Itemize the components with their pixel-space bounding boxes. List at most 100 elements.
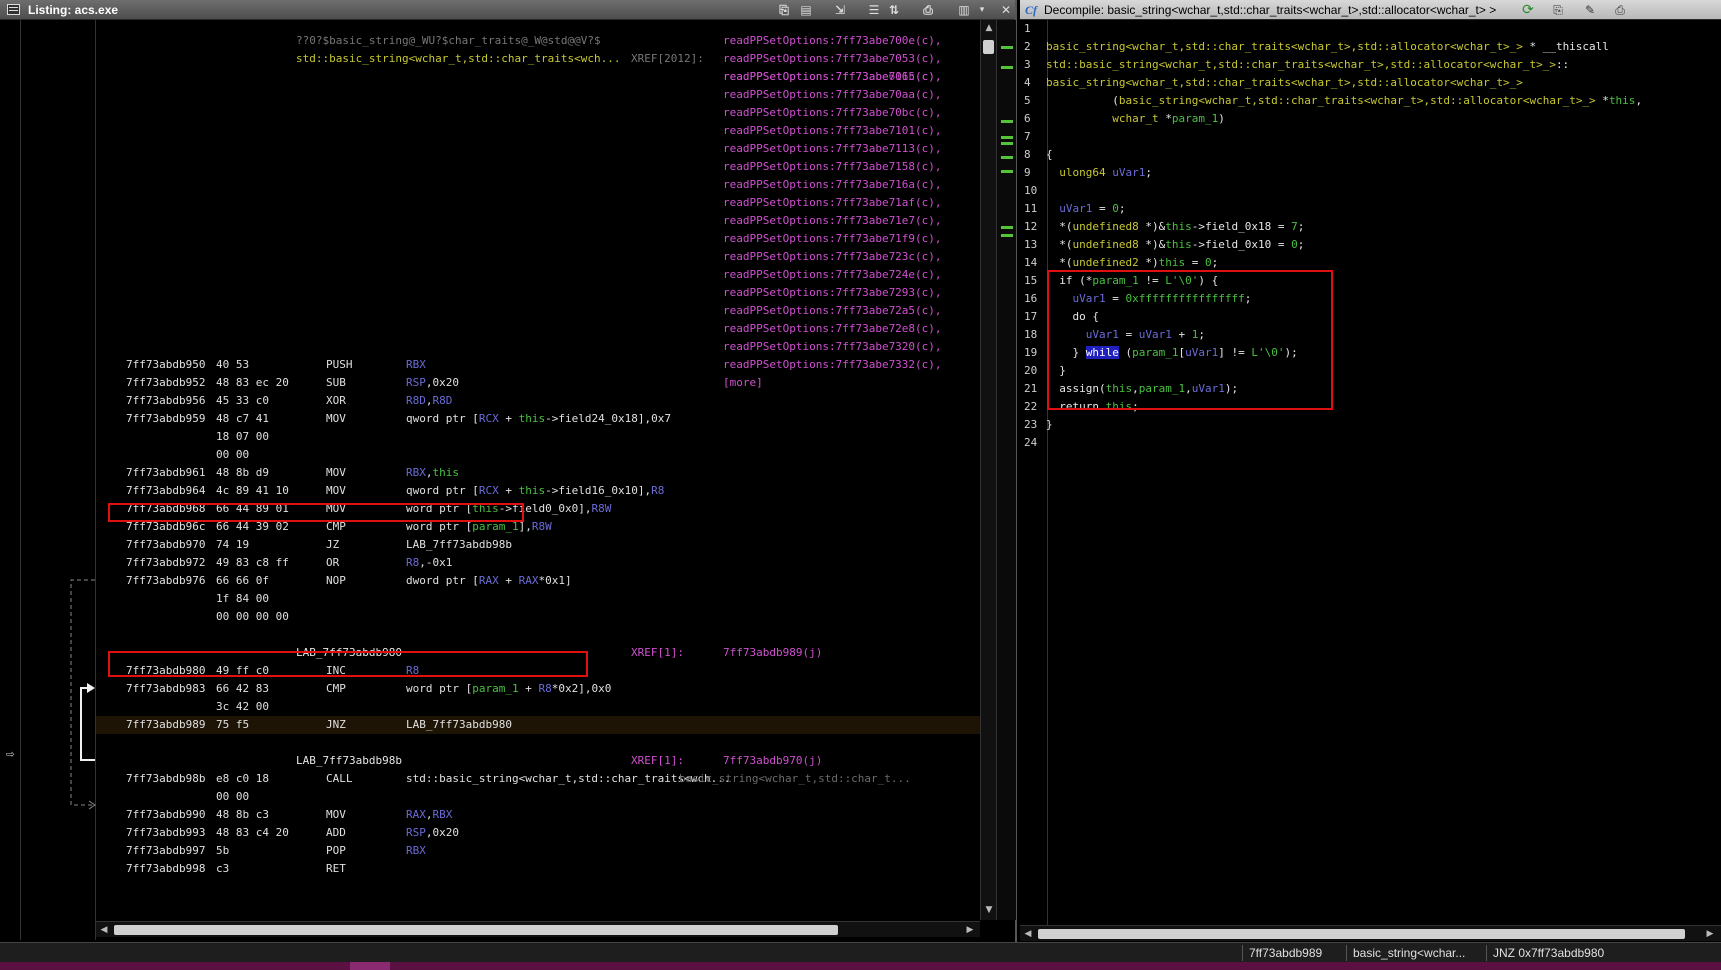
overview-bar[interactable]: [996, 20, 1016, 920]
xref-entry[interactable]: readPPSetOptions:7ff73abe70bc(c),: [723, 104, 942, 122]
listing-view[interactable]: ??0?$basic_string@_WU?$char_traits@_W@st…: [96, 20, 980, 920]
xref-entry[interactable]: 7ff73abdb989(j): [723, 644, 822, 662]
xref-entry[interactable]: readPPSetOptions:7ff73abe700e(c),: [723, 32, 942, 50]
instruction-row[interactable]: 00 00 00 00: [96, 608, 980, 626]
instruction-row[interactable]: 7ff73abdb976 66 66 0f NOP dword ptr [RAX + …: [96, 572, 980, 590]
instruction-address[interactable]: 7ff73abdb993: [126, 824, 205, 842]
edit-icon[interactable]: ✎: [1582, 2, 1598, 18]
xref-entry[interactable]: readPPSetOptions:7ff73abe7113(c),: [723, 140, 942, 158]
instruction-address[interactable]: 7ff73abdb976: [126, 572, 205, 590]
cursor-tool-icon[interactable]: ⇲: [832, 2, 848, 18]
xref-entry[interactable]: readPPSetOptions:7ff73abe723c(c),: [723, 248, 942, 266]
instruction-row[interactable]: 3c 42 00: [96, 698, 980, 716]
instruction-address[interactable]: 7ff73abdb961: [126, 464, 205, 482]
xref-entry[interactable]: readPPSetOptions:7ff73abe7053(c),: [723, 50, 942, 68]
instruction-row[interactable]: 18 07 00: [96, 428, 980, 446]
instruction-operands[interactable]: R8D,R8D: [406, 392, 452, 410]
instruction-operands[interactable]: RBX,this: [406, 464, 459, 482]
snapshot-icon[interactable]: ⎙: [920, 2, 936, 18]
instruction-row[interactable]: 7ff73abdb970 74 19 JZ LAB_7ff73abdb98b: [96, 536, 980, 554]
instruction-row[interactable]: 7ff73abdb950 40 53 PUSH RBX: [96, 356, 980, 374]
xref-entry[interactable]: readPPSetOptions:7ff73abe72e8(c),: [723, 320, 942, 338]
instruction-address[interactable]: 7ff73abdb989: [126, 716, 205, 734]
xref-entry[interactable]: readPPSetOptions:7ff73abe7293(c),: [723, 284, 942, 302]
instruction-operands[interactable]: qword ptr [RCX + this->field16_0x10],R8: [406, 482, 664, 500]
instruction-address[interactable]: 7ff73abdb98b: [126, 770, 205, 788]
instruction-row[interactable]: 7ff73abdb98b e8 c0 18 CALL std::basic_strin…: [96, 770, 980, 788]
instruction-operands[interactable]: RSP,0x20: [406, 374, 459, 392]
xref-entry[interactable]: readPPSetOptions:7ff73abe7101(c),: [723, 122, 942, 140]
instruction-address[interactable]: 7ff73abdb964: [126, 482, 205, 500]
instruction-address[interactable]: 7ff73abdb997: [126, 842, 205, 860]
instruction-address[interactable]: 7ff73abdb998: [126, 860, 205, 878]
instruction-operands[interactable]: LAB_7ff73abdb98b: [406, 536, 512, 554]
instruction-row[interactable]: 7ff73abdb993 48 83 c4 20 ADD RSP,0x20: [96, 824, 980, 842]
scroll-down-icon[interactable]: ▼: [983, 904, 995, 916]
instruction-address[interactable]: 7ff73abdb950: [126, 356, 205, 374]
xref-entry[interactable]: readPPSetOptions:7ff73abe71f9(c),: [723, 230, 942, 248]
instruction-row[interactable]: 1f 84 00: [96, 590, 980, 608]
diff-icon[interactable]: ⇅: [886, 2, 902, 18]
listing-vertical-scrollbar[interactable]: ▲ ▼: [980, 20, 996, 920]
snapshot-icon[interactable]: ⎙: [1612, 2, 1628, 18]
instruction-row[interactable]: 7ff73abdb983 66 42 83 CMP word ptr [param_1…: [96, 680, 980, 698]
function-label[interactable]: std::basic_string<wchar_t,std::char_trai…: [296, 50, 621, 68]
instruction-operands[interactable]: word ptr [param_1 + R8*0x2],0x0: [406, 680, 611, 698]
instruction-row[interactable]: 7ff73abdb961 48 8b d9 MOV RBX,this: [96, 464, 980, 482]
instruction-address[interactable]: 7ff73abdb990: [126, 806, 205, 824]
close-icon[interactable]: ✕: [998, 2, 1014, 18]
options-menu-icon[interactable]: ▥: [956, 2, 972, 18]
listing-horizontal-scrollbar[interactable]: ◀ ▶: [96, 921, 980, 937]
instruction-address[interactable]: 7ff73abdb972: [126, 554, 205, 572]
instruction-address[interactable]: 7ff73abdb983: [126, 680, 205, 698]
instruction-row[interactable]: 7ff73abdb990 48 8b c3 MOV RAX,RBX: [96, 806, 980, 824]
instruction-row[interactable]: 7ff73abdb997 5b POP RBX: [96, 842, 980, 860]
scroll-left-icon[interactable]: ◀: [98, 924, 110, 936]
instruction-operands[interactable]: LAB_7ff73abdb980: [406, 716, 512, 734]
instruction-operands[interactable]: RSP,0x20: [406, 824, 459, 842]
chevron-down-icon[interactable]: ▾: [974, 2, 990, 18]
xref-entry[interactable]: readPPSetOptions:7ff73abe72a5(c),: [723, 302, 942, 320]
instruction-row[interactable]: 00 00: [96, 788, 980, 806]
instruction-row[interactable]: 7ff73abdb972 49 83 c8 ff OR R8,-0x1: [96, 554, 980, 572]
copy-icon[interactable]: ⎘: [776, 2, 792, 18]
scroll-right-icon[interactable]: ▶: [964, 924, 976, 936]
instruction-operands[interactable]: R8,-0x1: [406, 554, 452, 572]
xref-entry[interactable]: readPPSetOptions:7ff73abe724e(c),: [723, 266, 942, 284]
xref-entry[interactable]: readPPSetOptions:7ff73abe7065(c),: [723, 68, 942, 86]
instruction-address[interactable]: 7ff73abdb970: [126, 536, 205, 554]
xref-entry[interactable]: readPPSetOptions:7ff73abe70aa(c),: [723, 86, 942, 104]
paste-icon[interactable]: ▤: [798, 2, 814, 18]
xref-entry[interactable]: readPPSetOptions:7ff73abe7158(c),: [723, 158, 942, 176]
scroll-right-icon[interactable]: ▶: [1704, 928, 1716, 940]
decompile-horizontal-scrollbar[interactable]: ◀ ▶: [1020, 925, 1721, 941]
instruction-address[interactable]: 7ff73abdb952: [126, 374, 205, 392]
scroll-thumb[interactable]: [114, 925, 838, 935]
code-label[interactable]: LAB_7ff73abdb98b: [296, 752, 402, 770]
xref-entry[interactable]: readPPSetOptions:7ff73abe716a(c),: [723, 176, 942, 194]
instruction-row[interactable]: 00 00: [96, 446, 980, 464]
xref-entry[interactable]: readPPSetOptions:7ff73abe71e7(c),: [723, 212, 942, 230]
instruction-operands[interactable]: RBX: [406, 356, 426, 374]
scroll-thumb[interactable]: [983, 40, 994, 54]
refresh-icon[interactable]: ⟳: [1520, 2, 1536, 18]
instruction-operands[interactable]: RBX: [406, 842, 426, 860]
instruction-operands[interactable]: qword ptr [RCX + this->field24_0x18],0x7: [406, 410, 671, 428]
scroll-left-icon[interactable]: ◀: [1022, 928, 1034, 940]
instruction-row[interactable]: 7ff73abdb964 4c 89 41 10 MOV qword ptr [RCX…: [96, 482, 980, 500]
instruction-address[interactable]: 7ff73abdb959: [126, 410, 205, 428]
field-layout-icon[interactable]: ☰: [866, 2, 882, 18]
instruction-operands[interactable]: dword ptr [RAX + RAX*0x1]: [406, 572, 572, 590]
xref-entry[interactable]: 7ff73abdb970(j): [723, 752, 822, 770]
xref-entry[interactable]: readPPSetOptions:7ff73abe71af(c),: [723, 194, 942, 212]
decompile-view[interactable]: 1 2 3 4 5 6 7 8 9 10 11 12 13 14 15 16 17 18 19 20 21 22 23 24 …: [1020, 20, 1721, 925]
instruction-row[interactable]: 7ff73abdb998 c3 RET: [96, 860, 980, 878]
instruction-row[interactable]: 7ff73abdb952 48 83 ec 20 SUB RSP,0x20: [96, 374, 980, 392]
instruction-address[interactable]: 7ff73abdb956: [126, 392, 205, 410]
copy-icon[interactable]: ⎘: [1550, 2, 1566, 18]
scroll-up-icon[interactable]: ▲: [983, 22, 995, 34]
instruction-row[interactable]: 7ff73abdb959 48 c7 41 MOV qword ptr [RCX + …: [96, 410, 980, 428]
xref-entry[interactable]: readPPSetOptions:7ff73abe7320(c),: [723, 338, 942, 356]
scroll-thumb[interactable]: [1038, 929, 1685, 939]
instruction-row[interactable]: 7ff73abdb956 45 33 c0 XOR R8D,R8D: [96, 392, 980, 410]
